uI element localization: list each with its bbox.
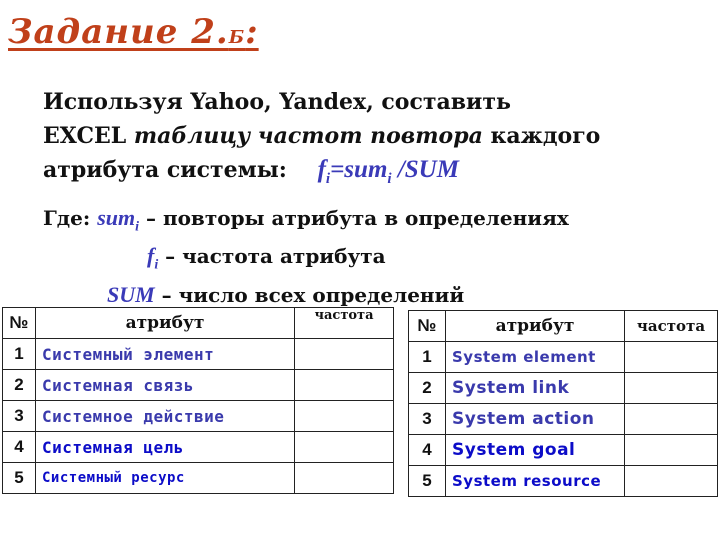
title-subletter: Б	[228, 27, 246, 48]
row-attribute: System resource	[445, 465, 625, 497]
row-attribute: System element	[445, 341, 625, 373]
header-attribute: атрибут	[35, 307, 295, 339]
task-paragraph: Используя Yahoo, Yandex, составить EXCEL…	[43, 85, 600, 196]
row-number: 4	[408, 434, 446, 466]
var-f: fi	[147, 243, 158, 272]
definition-SUM: SUM – число всех определений	[43, 280, 569, 310]
row-number: 5	[2, 462, 36, 494]
header-number: №	[2, 307, 36, 339]
row-attribute: Системный элемент	[35, 338, 295, 370]
row-attribute: Системная связь	[35, 369, 295, 401]
table-row: 1 System element	[408, 341, 718, 373]
row-attribute: System action	[445, 403, 625, 435]
row-frequency-cell[interactable]	[294, 462, 394, 494]
header-attribute: атрибут	[445, 310, 625, 342]
row-frequency-cell[interactable]	[294, 431, 394, 463]
var-sum: sumi	[97, 205, 139, 234]
row-frequency-cell[interactable]	[294, 338, 394, 370]
title-text: Задание 2.	[8, 12, 229, 52]
table-russian: № атрибут частота 1 Системный элемент 2 Си…	[2, 307, 394, 494]
row-frequency-cell[interactable]	[624, 341, 718, 373]
task-line-3: атрибута системы: fi=sumi /SUM	[43, 153, 600, 196]
table-header-row: № атрибут частота	[2, 307, 394, 339]
definition-f: fi – частота атрибута	[43, 241, 569, 279]
row-attribute: Системная цель	[35, 431, 295, 463]
table-row: 1 Системный элемент	[2, 338, 394, 370]
row-frequency-cell[interactable]	[624, 434, 718, 466]
var-SUM: SUM	[107, 281, 155, 307]
definitions: Где: sumi – повторы атрибута в определен…	[43, 203, 569, 310]
row-number: 2	[2, 369, 36, 401]
title-colon: :	[245, 12, 259, 52]
task-line-1: Используя Yahoo, Yandex, составить	[43, 89, 511, 115]
table-row: 2 System link	[408, 372, 718, 404]
definition-sum: Где: sumi – повторы атрибута в определен…	[43, 203, 569, 241]
where-label: Где:	[43, 206, 98, 230]
excel-text: EXCEL	[43, 123, 134, 149]
formula-total: /SUM	[391, 156, 459, 183]
row-attribute: System goal	[445, 434, 625, 466]
table-row: 2 Системная связь	[2, 369, 394, 401]
header-number: №	[408, 310, 446, 342]
table-english: № атрибут частота 1 System element 2 Syste…	[408, 310, 718, 497]
attr-system-text: атрибута системы:	[43, 157, 287, 183]
table-row: 5 Системный ресурс	[2, 462, 394, 494]
task-line-2: EXCEL таблицу частот повтора каждого	[43, 119, 600, 153]
row-number: 3	[2, 400, 36, 432]
row-frequency-cell[interactable]	[624, 372, 718, 404]
table-row: 5 System resource	[408, 465, 718, 497]
row-attribute: System link	[445, 372, 625, 404]
row-number: 4	[2, 431, 36, 463]
italic-phrase: таблицу частот повтора	[133, 123, 483, 149]
formula: fi=sumi /SUM	[317, 156, 459, 187]
definition-text: – число всех определений	[154, 282, 465, 307]
var-name: sum	[97, 205, 136, 230]
definition-text: – частота атрибута	[158, 244, 386, 269]
header-frequency: частота	[624, 310, 718, 342]
row-frequency-cell[interactable]	[294, 369, 394, 401]
each-text: каждого	[482, 123, 601, 149]
table-row: 3 System action	[408, 403, 718, 435]
slide-title: Задание 2.Б:	[8, 12, 259, 52]
row-number: 1	[2, 338, 36, 370]
row-attribute: Системный ресурс	[35, 462, 295, 494]
row-frequency-cell[interactable]	[294, 400, 394, 432]
formula-sum: =sum	[330, 156, 388, 183]
row-number: 2	[408, 372, 446, 404]
definition-text: – повторы атрибута в определениях	[139, 206, 569, 230]
row-number: 3	[408, 403, 446, 435]
header-frequency: частота	[294, 307, 394, 339]
row-number: 5	[408, 465, 446, 497]
row-frequency-cell[interactable]	[624, 465, 718, 497]
row-number: 1	[408, 341, 446, 373]
table-row: 3 Системное действие	[2, 400, 394, 432]
row-attribute: Системное действие	[35, 400, 295, 432]
table-row: 4 Системная цель	[2, 431, 394, 463]
table-header-row: № атрибут частота	[408, 310, 718, 342]
table-row: 4 System goal	[408, 434, 718, 466]
formula-f: f	[317, 156, 326, 183]
row-frequency-cell[interactable]	[624, 403, 718, 435]
